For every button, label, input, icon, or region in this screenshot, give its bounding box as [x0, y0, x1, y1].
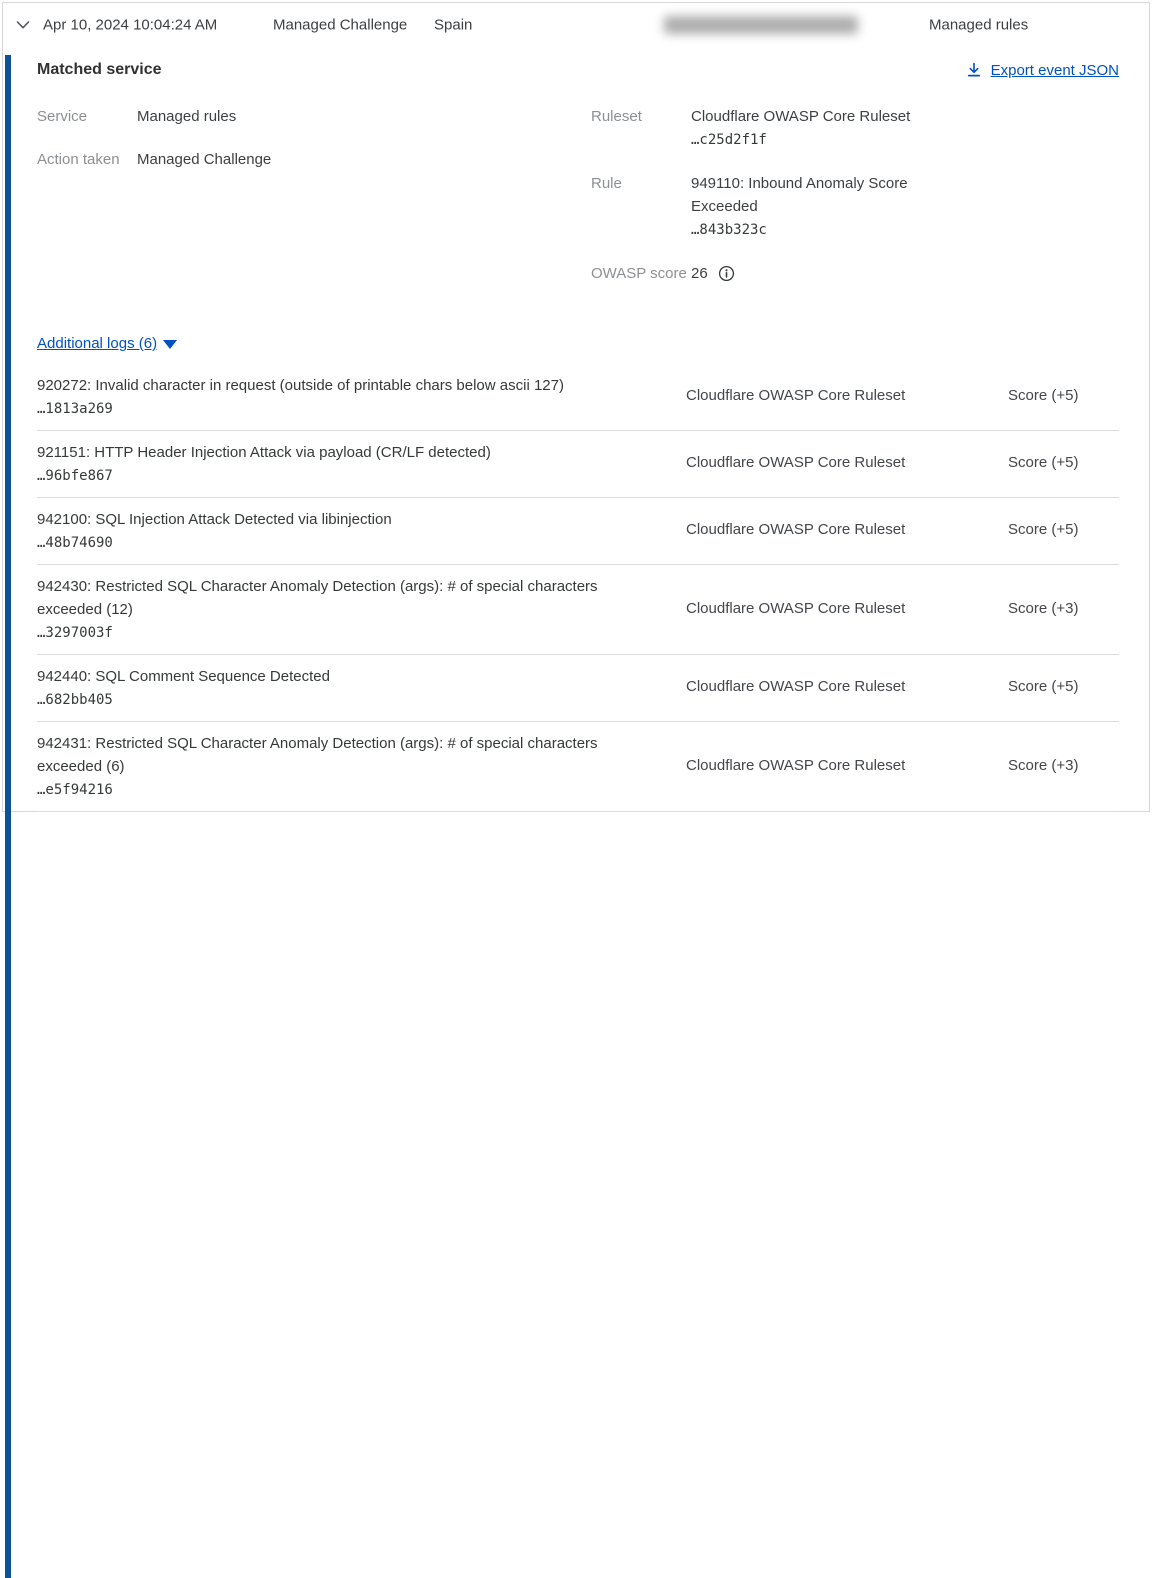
log-row: 942431: Restricted SQL Character Anomaly… [37, 722, 1119, 812]
log-ruleset-name: Cloudflare OWASP Core Ruleset [686, 387, 1008, 404]
export-event-json-link[interactable]: Export event JSON [966, 62, 1119, 79]
detail-ruleset: Ruleset Cloudflare OWASP Core Ruleset …c… [591, 105, 1119, 152]
log-row: 942430: Restricted SQL Character Anomaly… [37, 565, 1119, 655]
event-action: Managed Challenge [273, 17, 407, 34]
event-row[interactable]: Apr 10, 2024 10:04:24 AM Managed Challen… [3, 3, 1149, 47]
detail-label: Rule [591, 172, 691, 242]
detail-label: Ruleset [591, 105, 691, 152]
detail-label: Service [37, 105, 137, 128]
event-service: Managed rules [929, 17, 1028, 34]
log-score: Score (+3) [1008, 600, 1119, 617]
log-rule-hash: …96bfe867 [37, 468, 637, 484]
log-rule-description: 942430: Restricted SQL Character Anomaly… [37, 575, 637, 621]
detail-value: Managed rules [137, 105, 236, 128]
export-link-label: Export event JSON [991, 62, 1119, 79]
detail-service: Service Managed rules [37, 105, 591, 128]
log-rule-hash: …1813a269 [37, 401, 637, 417]
triangle-down-icon [163, 340, 177, 349]
rule-name: 949110: Inbound Anomaly Score Exceeded [691, 175, 908, 215]
panel-title: Matched service [37, 61, 162, 79]
matched-service-details: Service Managed rules Action taken Manag… [37, 105, 1119, 305]
log-score: Score (+5) [1008, 454, 1119, 471]
log-score: Score (+5) [1008, 521, 1119, 538]
event-detail-panel: Matched service Export event JSON Servic… [3, 47, 1149, 812]
log-rule-description: 942440: SQL Comment Sequence Detected [37, 665, 637, 688]
log-row: 920272: Invalid character in request (ou… [37, 364, 1119, 431]
log-rule-hash: …3297003f [37, 625, 637, 641]
detail-label: OWASP score [591, 262, 691, 285]
log-ruleset-name: Cloudflare OWASP Core Ruleset [686, 521, 1008, 538]
detail-rule: Rule 949110: Inbound Anomaly Score Excee… [591, 172, 1119, 242]
log-ruleset-name: Cloudflare OWASP Core Ruleset [686, 454, 1008, 471]
detail-action-taken: Action taken Managed Challenge [37, 148, 591, 171]
log-score: Score (+3) [1008, 757, 1119, 774]
log-rule-description: 942431: Restricted SQL Character Anomaly… [37, 732, 637, 778]
rule-hash: …843b323c [691, 222, 767, 238]
log-ruleset-name: Cloudflare OWASP Core Ruleset [686, 600, 1008, 617]
event-country: Spain [434, 17, 472, 34]
info-icon[interactable] [718, 265, 735, 282]
detail-owasp-score: OWASP score 26 [591, 262, 1119, 285]
firewall-event-expanded-row: Apr 10, 2024 10:04:24 AM Managed Challen… [2, 2, 1150, 812]
event-timestamp: Apr 10, 2024 10:04:24 AM [43, 17, 217, 34]
ruleset-name: Cloudflare OWASP Core Ruleset [691, 108, 910, 125]
log-ruleset-name: Cloudflare OWASP Core Ruleset [686, 757, 1008, 774]
log-score: Score (+5) [1008, 387, 1119, 404]
redacted-hostname [664, 16, 858, 34]
owasp-score-value: 26 [691, 262, 708, 285]
expanded-row-accent-bar [5, 55, 11, 1578]
detail-label: Action taken [37, 148, 137, 171]
chevron-down-icon[interactable] [15, 17, 31, 33]
detail-value: Managed Challenge [137, 148, 271, 171]
log-ruleset-name: Cloudflare OWASP Core Ruleset [686, 678, 1008, 695]
log-rule-description: 921151: HTTP Header Injection Attack via… [37, 441, 637, 464]
log-row: 942440: SQL Comment Sequence Detected …6… [37, 655, 1119, 722]
additional-logs-link[interactable]: Additional logs (6) [37, 335, 157, 352]
log-rule-hash: …48b74690 [37, 535, 637, 551]
log-row: 942100: SQL Injection Attack Detected vi… [37, 498, 1119, 565]
log-rule-description: 942100: SQL Injection Attack Detected vi… [37, 508, 637, 531]
log-row: 921151: HTTP Header Injection Attack via… [37, 431, 1119, 498]
additional-logs-toggle[interactable]: Additional logs (6) [37, 335, 1119, 352]
log-rule-hash: …e5f94216 [37, 782, 637, 798]
ruleset-hash: …c25d2f1f [691, 132, 767, 148]
download-icon [966, 62, 982, 78]
log-rule-description: 920272: Invalid character in request (ou… [37, 374, 637, 397]
log-rule-hash: …682bb405 [37, 692, 637, 708]
log-score: Score (+5) [1008, 678, 1119, 695]
additional-logs-table: 920272: Invalid character in request (ou… [37, 364, 1119, 812]
